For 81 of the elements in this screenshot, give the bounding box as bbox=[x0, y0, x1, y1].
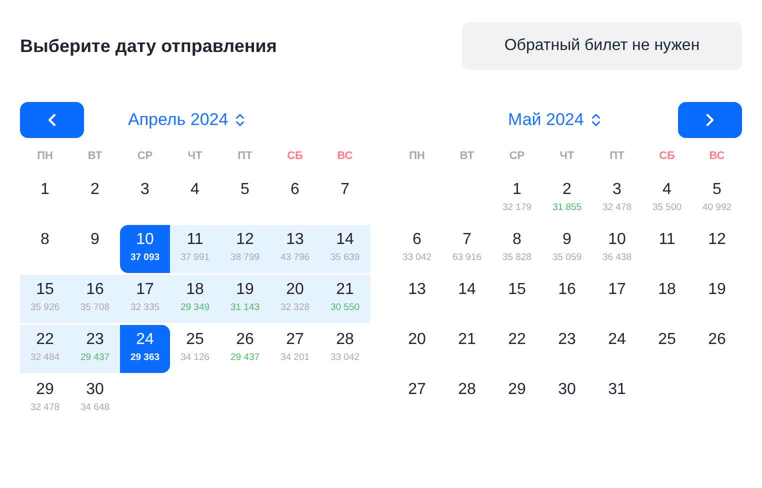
calendar-day[interactable]: 25 bbox=[642, 324, 692, 372]
calendar-day[interactable]: 13 bbox=[392, 274, 442, 322]
calendar-day[interactable]: 3 32 478 bbox=[592, 174, 642, 222]
calendar-day[interactable]: 11 bbox=[642, 224, 692, 272]
weekday-label: СР bbox=[136, 149, 154, 164]
previous-month-button[interactable] bbox=[20, 102, 84, 138]
calendar-day[interactable]: 18 29 349 bbox=[170, 274, 220, 322]
calendar-day[interactable]: 6 33 042 bbox=[392, 224, 442, 272]
calendar-day[interactable]: 14 35 639 bbox=[320, 224, 370, 272]
weekday-label: ВС bbox=[708, 149, 726, 164]
weekday-label: ВС bbox=[336, 149, 354, 164]
weekday-label: ПТ bbox=[608, 149, 626, 164]
calendar-day[interactable]: 21 bbox=[442, 324, 492, 372]
calendar-day[interactable]: 12 38 799 bbox=[220, 224, 270, 272]
calendar-day[interactable]: 5 40 992 bbox=[692, 174, 742, 222]
calendar-day[interactable]: 24 29 363 bbox=[120, 324, 170, 372]
calendar-day[interactable]: 7 bbox=[320, 174, 370, 222]
calendar-day[interactable]: 16 35 708 bbox=[70, 274, 120, 322]
weekday-label: СР bbox=[508, 149, 526, 164]
calendar-day[interactable]: 27 bbox=[392, 374, 442, 422]
calendar-day[interactable]: 26 bbox=[692, 324, 742, 372]
calendar-day[interactable]: 20 32 328 bbox=[270, 274, 320, 322]
calendar-day[interactable]: 4 35 500 bbox=[642, 174, 692, 222]
weekday-label: ЧТ bbox=[558, 149, 576, 164]
weekday-label: ВТ bbox=[86, 149, 104, 164]
calendar-day[interactable]: 29 bbox=[492, 374, 542, 422]
calendar-day[interactable]: 13 43 796 bbox=[270, 224, 320, 272]
calendar-day[interactable]: 7 63 916 bbox=[442, 224, 492, 272]
calendar-day[interactable]: 5 bbox=[220, 174, 270, 222]
calendar-day[interactable]: 10 36 438 bbox=[592, 224, 642, 272]
calendar-day[interactable]: 30 bbox=[542, 374, 592, 422]
calendar-day[interactable]: 26 29 437 bbox=[220, 324, 270, 372]
calendar-day[interactable]: 28 bbox=[442, 374, 492, 422]
calendar-day[interactable]: 23 bbox=[542, 324, 592, 372]
calendar-day[interactable]: 28 33 042 bbox=[320, 324, 370, 372]
calendar-day[interactable]: 29 32 478 bbox=[20, 374, 70, 422]
calendar-day[interactable]: 17 32 335 bbox=[120, 274, 170, 322]
calendar-day[interactable]: 22 32 484 bbox=[20, 324, 70, 372]
month-selector[interactable]: Май 2024 bbox=[508, 107, 604, 133]
calendar-day[interactable]: 8 35 828 bbox=[492, 224, 542, 272]
calendar-day[interactable]: 3 bbox=[120, 174, 170, 222]
weekday-label: ЧТ bbox=[186, 149, 204, 164]
calendar-day[interactable]: 31 bbox=[592, 374, 642, 422]
weekday-label: ПН bbox=[36, 149, 54, 164]
calendar-day[interactable]: 12 bbox=[692, 224, 742, 272]
calendar-day[interactable]: 22 bbox=[492, 324, 542, 372]
calendar-day[interactable]: 15 35 926 bbox=[20, 274, 70, 322]
calendar-day[interactable]: 8 bbox=[20, 224, 70, 272]
calendar-day[interactable]: 9 bbox=[70, 224, 120, 272]
weekday-label: ПН bbox=[408, 149, 426, 164]
calendar-day[interactable]: 2 31 855 bbox=[542, 174, 592, 222]
no-return-ticket-button[interactable]: Обратный билет не нужен bbox=[462, 22, 742, 70]
next-month-button[interactable] bbox=[678, 102, 742, 138]
calendar-day[interactable]: 23 29 437 bbox=[70, 324, 120, 372]
calendar-day[interactable]: 2 bbox=[70, 174, 120, 222]
calendar-day[interactable]: 9 35 059 bbox=[542, 224, 592, 272]
weekday-label: СБ bbox=[286, 149, 304, 164]
calendar-day[interactable]: 15 bbox=[492, 274, 542, 322]
weekday-label: ВТ bbox=[458, 149, 476, 164]
weekday-label: ПТ bbox=[236, 149, 254, 164]
calendar-day[interactable]: 1 bbox=[20, 174, 70, 222]
calendar-day[interactable]: 4 bbox=[170, 174, 220, 222]
page-title: Выберите дату отправления bbox=[20, 34, 277, 58]
calendar-day[interactable]: 20 bbox=[392, 324, 442, 372]
month-selector[interactable]: Апрель 2024 bbox=[128, 107, 248, 133]
calendar-day[interactable]: 11 37 991 bbox=[170, 224, 220, 272]
calendar-day[interactable]: 27 34 201 bbox=[270, 324, 320, 372]
calendar-day[interactable]: 18 bbox=[642, 274, 692, 322]
calendar-day[interactable]: 1 32 179 bbox=[492, 174, 542, 222]
calendar-day[interactable]: 30 34 648 bbox=[70, 374, 120, 422]
calendar-day[interactable]: 6 bbox=[270, 174, 320, 222]
calendar-day[interactable]: 25 34 126 bbox=[170, 324, 220, 372]
weekday-label: СБ bbox=[658, 149, 676, 164]
calendar-day[interactable]: 10 37 093 bbox=[120, 224, 170, 272]
calendar-day[interactable]: 24 bbox=[592, 324, 642, 372]
calendar-day[interactable]: 21 30 550 bbox=[320, 274, 370, 322]
calendar-day[interactable]: 17 bbox=[592, 274, 642, 322]
calendar-day[interactable]: 19 31 143 bbox=[220, 274, 270, 322]
calendar-day[interactable]: 19 bbox=[692, 274, 742, 322]
calendar-day[interactable]: 16 bbox=[542, 274, 592, 322]
calendar-day[interactable]: 14 bbox=[442, 274, 492, 322]
